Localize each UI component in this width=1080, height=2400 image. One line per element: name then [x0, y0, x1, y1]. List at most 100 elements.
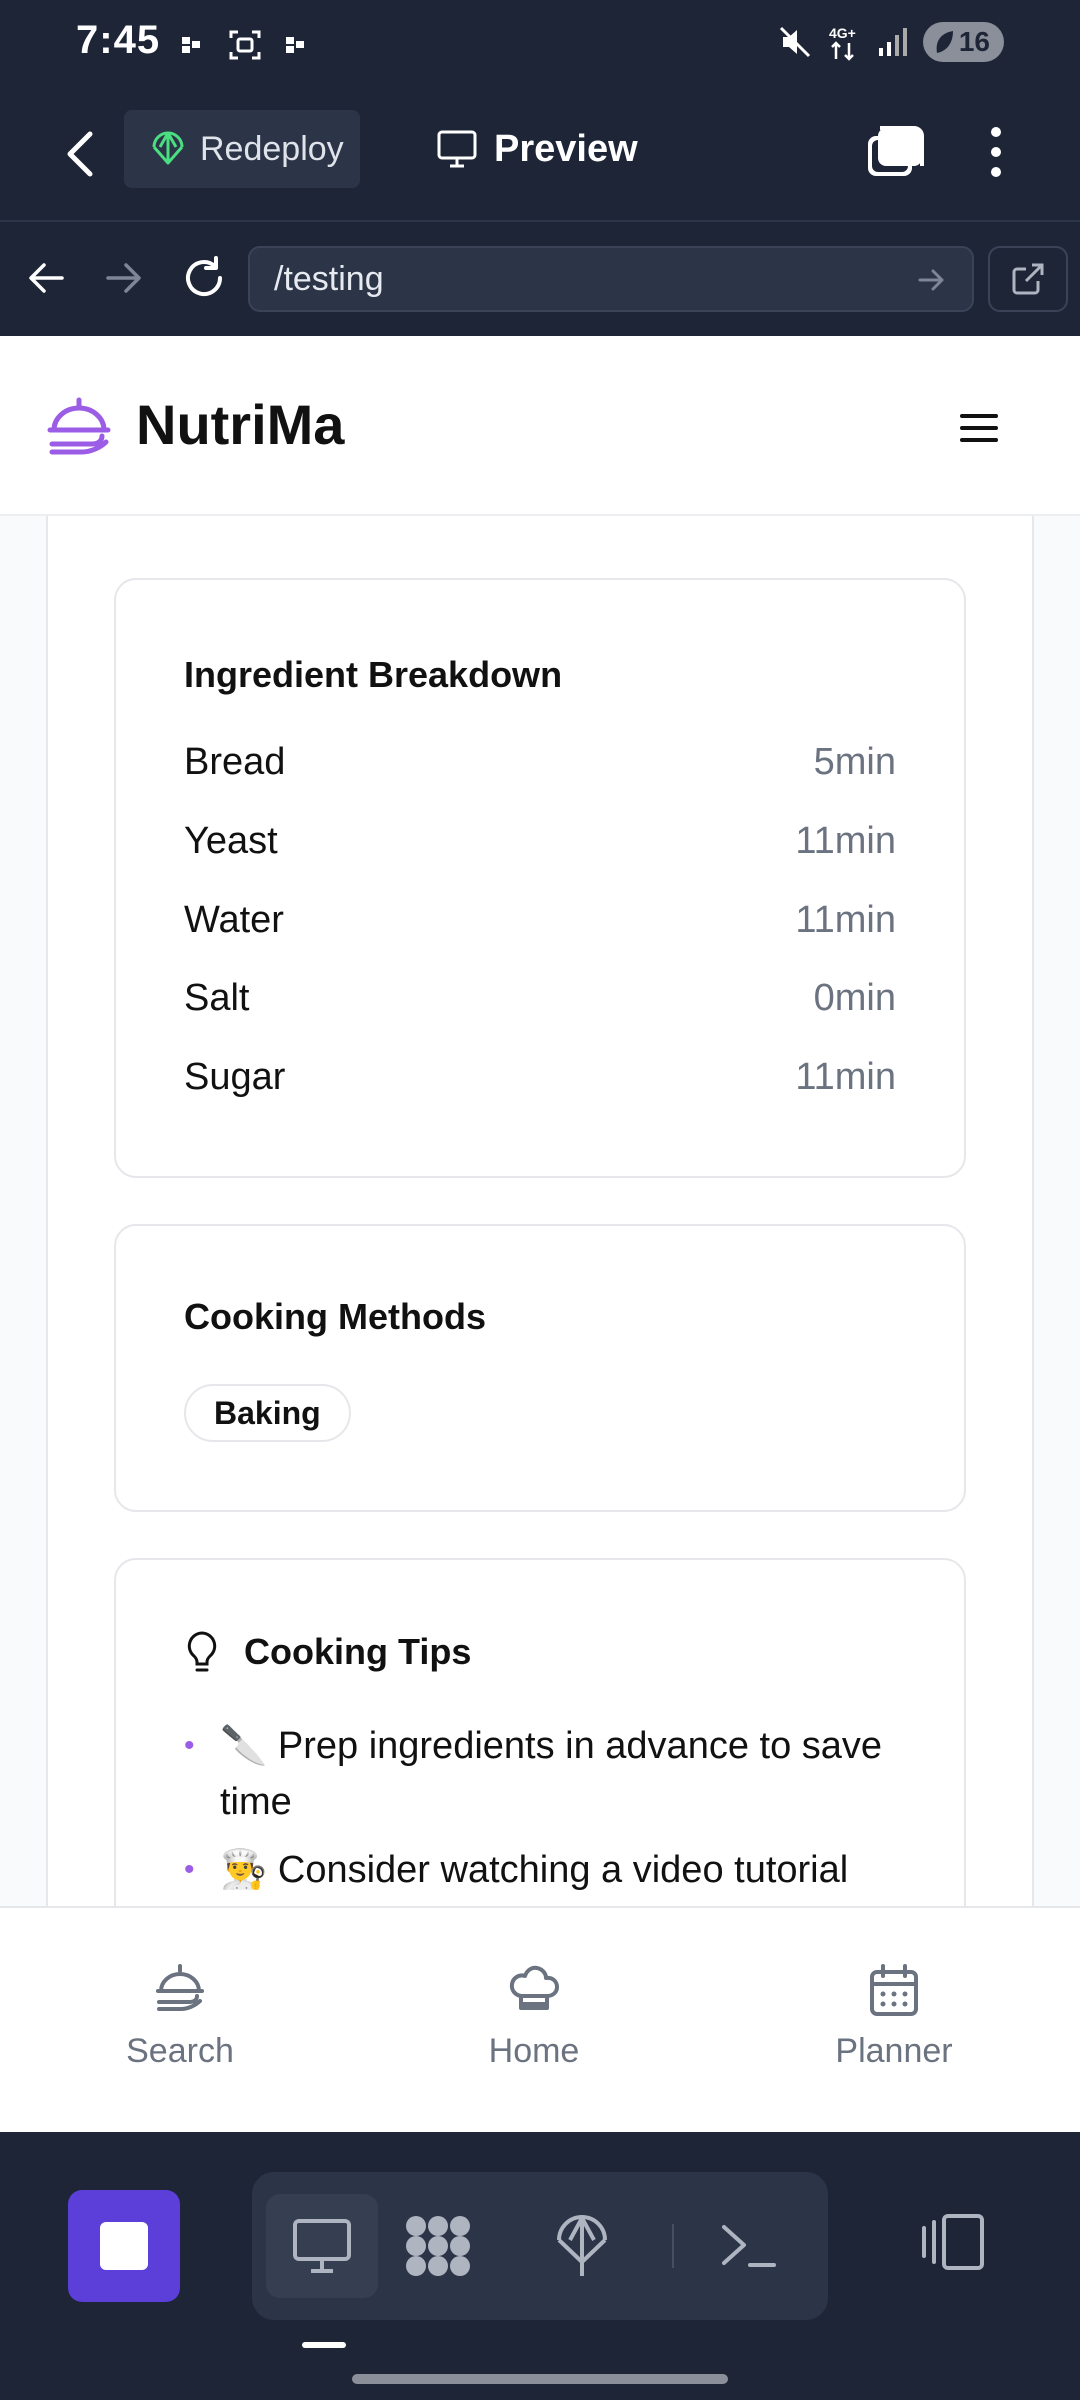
ingredient-name: Salt — [184, 976, 250, 1019]
arrow-right-icon — [106, 263, 141, 293]
ingredient-breakdown-title: Ingredient Breakdown — [184, 654, 563, 695]
url-input[interactable]: /testing — [248, 246, 974, 312]
browser-forward-button[interactable] — [100, 254, 148, 302]
ingredient-row: Salt 0min — [184, 968, 896, 1028]
method-chip[interactable]: Baking — [184, 1384, 351, 1442]
dish-icon — [156, 1964, 204, 2011]
site-title: NutriMa — [136, 393, 345, 456]
nav-planner[interactable]: Planner — [794, 1962, 994, 2071]
reload-button[interactable] — [178, 252, 230, 304]
nav-home-label: Home — [488, 2032, 580, 2070]
active-tab-indicator — [302, 2342, 346, 2348]
stop-button[interactable] — [68, 2190, 180, 2302]
status-time: 7:45 — [76, 18, 161, 62]
nodes-icon — [406, 2216, 470, 2276]
go-arrow-icon[interactable] — [914, 262, 950, 298]
back-button[interactable] — [56, 122, 106, 186]
calendar-icon — [870, 1964, 918, 2016]
status-bar: 7:45 4G+ 16 — [0, 0, 1080, 88]
url-row: /testing — [0, 220, 1080, 336]
monitor-icon — [437, 130, 477, 168]
site-bottom-nav: Search Home Planner — [0, 1906, 1080, 2132]
tabs-button[interactable] — [864, 124, 926, 178]
nav-search[interactable]: Search — [80, 1962, 280, 2071]
menu-button[interactable] — [956, 408, 1002, 448]
ingredient-name: Yeast — [184, 819, 278, 862]
nav-planner-label: Planner — [835, 2032, 953, 2070]
chevron-left-icon — [67, 131, 93, 177]
site-header: NutriMa — [0, 336, 1080, 516]
open-external-button[interactable] — [988, 246, 1068, 312]
reload-icon — [186, 256, 222, 296]
ingredient-row: Water 11min — [184, 890, 896, 950]
tool-shell[interactable] — [692, 2194, 804, 2298]
preview-label: Preview — [494, 127, 638, 170]
tip-item: • 👨‍🍳 Consider watching a video tutorial — [184, 1842, 904, 1898]
deploy-icon — [152, 131, 184, 165]
svg-text:4G+: 4G+ — [829, 25, 856, 41]
ingredient-row: Sugar 11min — [184, 1047, 896, 1107]
nav-home[interactable]: Home — [434, 1962, 634, 2071]
bullet-icon: • — [184, 1853, 195, 1886]
chef-hat-icon — [509, 1965, 559, 2010]
tool-workflows[interactable] — [382, 2194, 494, 2298]
ingredient-name: Bread — [184, 740, 286, 783]
battery-icon: 16 — [922, 22, 1004, 62]
4g-icon: 4G+ — [829, 25, 856, 61]
tool-deploy[interactable] — [526, 2194, 638, 2298]
status-right-icons: 4G+ 16 — [777, 22, 1004, 62]
terminal-icon — [722, 2225, 776, 2267]
ingredient-row: Yeast 11min — [184, 811, 896, 871]
cooking-tips-title: Cooking Tips — [244, 1631, 472, 1672]
tool-group — [252, 2172, 828, 2320]
dish-logo-icon — [47, 397, 111, 455]
stop-icon — [100, 2222, 148, 2270]
arrow-left-icon — [29, 263, 64, 293]
more-options-button[interactable] — [978, 120, 1014, 184]
external-link-icon — [1012, 263, 1044, 295]
tip-text: 🔪 Prep ingredients in advance to save ti… — [220, 1725, 883, 1823]
tool-preview[interactable] — [266, 2194, 378, 2298]
leaf-icon — [936, 31, 953, 53]
ingredient-time: 5min — [813, 740, 896, 783]
status-left-icons — [180, 28, 310, 62]
monitor-icon — [293, 2219, 351, 2273]
app-header: Redeploy Preview — [0, 88, 1080, 220]
mute-icon — [779, 26, 810, 58]
ingredient-row: Bread 5min — [184, 732, 896, 792]
redeploy-button[interactable]: Redeploy — [124, 110, 360, 188]
url-text: /testing — [274, 259, 384, 298]
ingredient-name: Sugar — [184, 1055, 286, 1098]
cooking-methods-card: Cooking Methods Baking — [114, 1224, 966, 1512]
redeploy-label: Redeploy — [200, 129, 344, 168]
divider — [672, 2224, 674, 2268]
tip-item: • 🔪 Prep ingredients in advance to save … — [184, 1718, 904, 1830]
notification-icon — [286, 37, 304, 53]
ingredient-time: 11min — [795, 1055, 896, 1098]
cooking-methods-title: Cooking Methods — [184, 1296, 486, 1337]
nav-search-label: Search — [126, 2032, 234, 2070]
ingredient-breakdown-card: Ingredient Breakdown Bread 5min Yeast 11… — [114, 578, 966, 1178]
ingredient-time: 0min — [813, 976, 896, 1019]
panels-icon — [922, 2214, 984, 2270]
deploy-icon — [557, 2215, 607, 2276]
ingredient-time: 11min — [795, 898, 896, 941]
cooking-tips-header: Cooking Tips — [184, 1630, 471, 1674]
home-indicator[interactable] — [352, 2374, 728, 2384]
lightbulb-icon — [187, 1631, 217, 1672]
more-vertical-icon — [991, 127, 1001, 177]
bullet-icon: • — [184, 1729, 195, 1762]
tabs-icon — [868, 126, 924, 176]
ingredient-name: Water — [184, 898, 284, 941]
preview-tab[interactable]: Preview — [436, 110, 638, 188]
ingredient-time: 11min — [795, 819, 896, 862]
ide-toolbar — [0, 2132, 1080, 2400]
browser-back-button[interactable] — [22, 254, 70, 302]
notification-icon — [182, 37, 200, 53]
tip-text: 👨‍🍳 Consider watching a video tutorial — [220, 1849, 849, 1891]
signal-icon — [878, 28, 907, 56]
hamburger-icon — [960, 414, 998, 442]
panels-button[interactable] — [916, 2206, 988, 2278]
battery-level: 16 — [958, 26, 990, 57]
webview: NutriMa Ingredient Breakdown Bread 5min … — [0, 336, 1080, 2132]
